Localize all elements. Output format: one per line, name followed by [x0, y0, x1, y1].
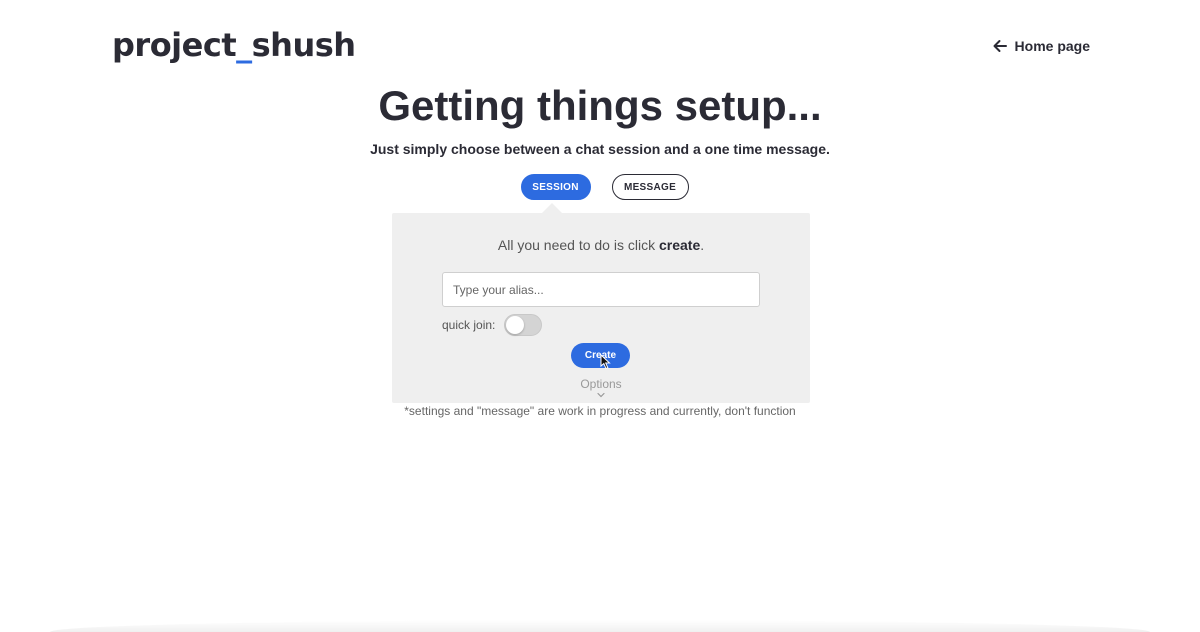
logo-part-1: project [112, 26, 237, 64]
session-panel: All you need to do is click create. quic… [392, 213, 810, 403]
quick-join-label: quick join: [442, 318, 496, 332]
page-title: Getting things setup... [378, 82, 822, 129]
tab-session[interactable]: SESSION [520, 174, 591, 200]
home-page-link[interactable]: Home page [993, 38, 1090, 54]
quick-join-toggle[interactable] [504, 314, 543, 336]
tab-message[interactable]: MESSAGE [611, 174, 689, 200]
intro-prefix: All you need to do is click [497, 237, 659, 253]
quick-join-row: quick join: [442, 314, 543, 336]
intro-bold: create [658, 237, 701, 253]
page-subtitle: Just simply choose between a chat sessio… [370, 141, 830, 157]
logo-separator: _ [236, 26, 252, 64]
arrow-left-icon [993, 40, 1007, 52]
toggle-knob [506, 316, 525, 334]
footnote: *settings and "message" are work in prog… [404, 404, 796, 418]
options-toggle[interactable]: Options [392, 377, 810, 391]
header: project_shush Home page [0, 0, 1200, 90]
bottom-divider-shadow [50, 620, 1150, 632]
home-page-label: Home page [1014, 38, 1090, 54]
panel-intro-text: All you need to do is click create. [392, 237, 810, 253]
hand-cursor-icon [600, 354, 611, 370]
alias-input[interactable] [442, 272, 760, 307]
logo[interactable]: project_shush [112, 26, 356, 64]
logo-part-2: shush [251, 26, 356, 64]
chevron-down-icon[interactable] [596, 392, 606, 398]
intro-suffix: . [700, 237, 705, 253]
mode-tabs: SESSION MESSAGE [0, 174, 1200, 200]
